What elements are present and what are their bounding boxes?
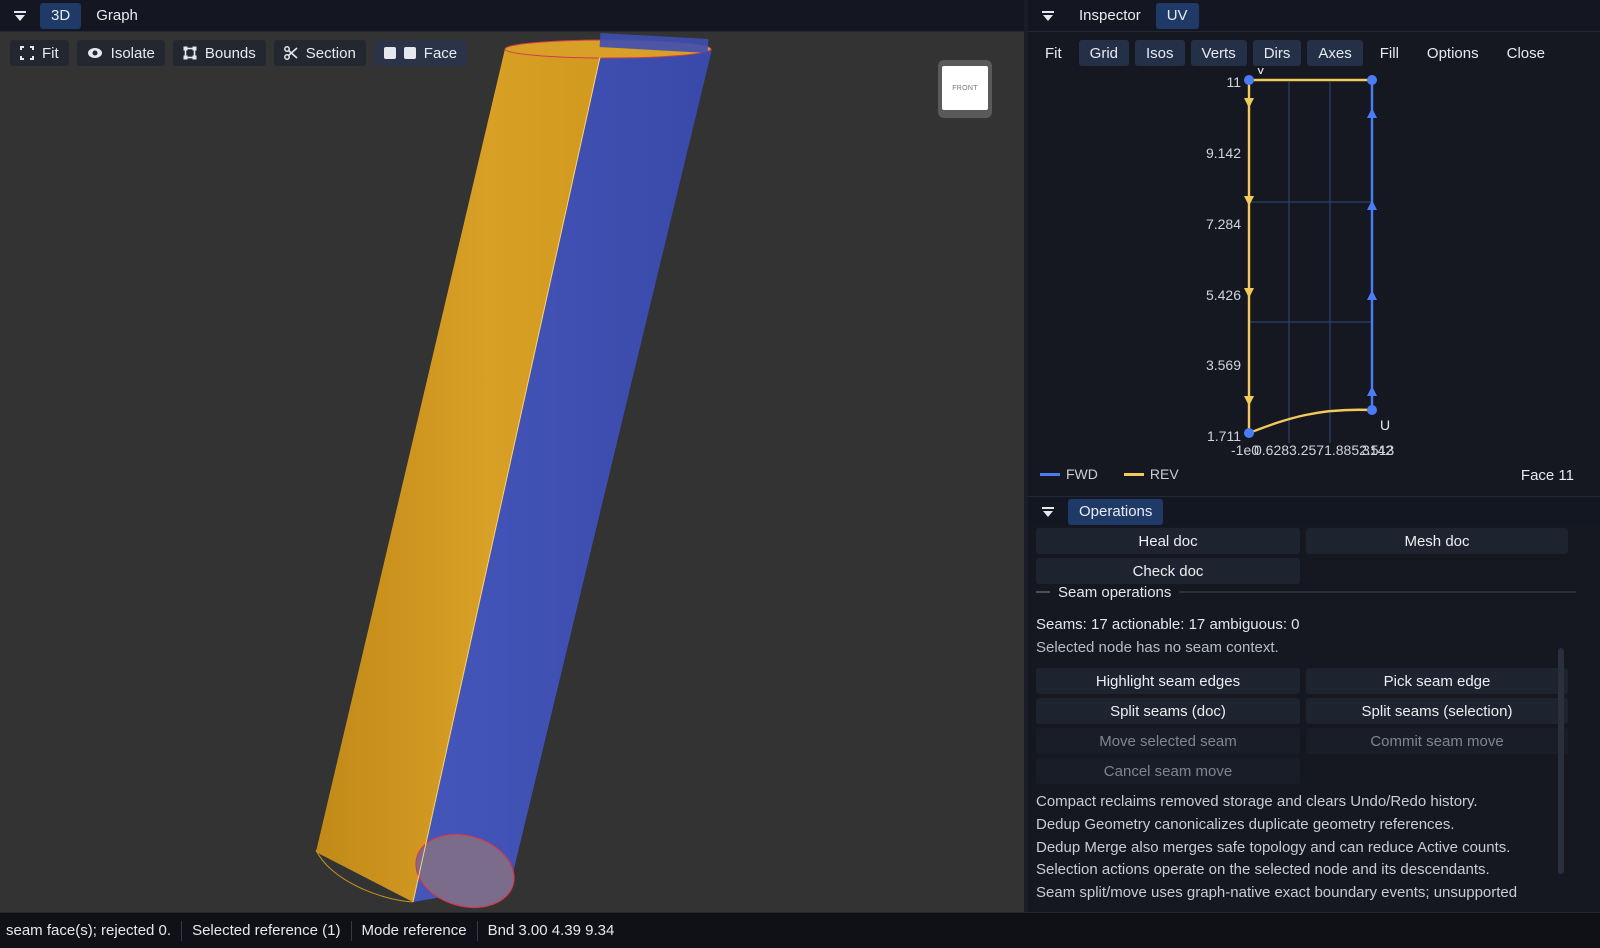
operations-note: Dedup Geometry canonicalizes duplicate g… (1036, 816, 1455, 833)
seam-operations-title: Seam operations (1058, 583, 1172, 601)
nav-cube-front-face[interactable]: FRONT (942, 66, 988, 110)
bounds-button[interactable]: Bounds (172, 40, 266, 66)
operations-note: Seam split/move uses graph-native exact … (1036, 884, 1518, 901)
eye-icon (87, 48, 102, 58)
commit-seam-move-button[interactable]: Commit seam move (1306, 728, 1568, 754)
status-selected: Selected reference (1) (182, 920, 352, 941)
fit-icon (20, 46, 34, 60)
fit-label: Fit (42, 44, 59, 62)
nav-cube[interactable]: FRONT (938, 60, 992, 118)
heal-doc-button[interactable]: Heal doc (1036, 528, 1300, 554)
status-bar: seam face(s); rejected 0. Selected refer… (0, 912, 1600, 948)
operations-note: Selection actions operate on the selecte… (1036, 861, 1490, 878)
operations-note: Compact reclaims removed storage and cle… (1036, 793, 1478, 810)
scissors-icon (283, 46, 298, 60)
viewport-toolbar: Fit Isolate Bounds Section Face (10, 40, 468, 66)
panel-menu-icon[interactable] (0, 0, 40, 32)
left-tab-bar: 3D Graph (0, 0, 1024, 32)
isolate-button[interactable]: Isolate (76, 40, 165, 66)
viewport-panel: 3D Graph Fit Isolate Bounds Section Face… (0, 0, 1024, 912)
app-window: 3D Graph Fit Isolate Bounds Section Face… (0, 0, 1600, 948)
seam-stats: Seams: 17 actionable: 17 ambiguous: 0 (1036, 616, 1300, 633)
seam-operations-header: Seam operations (1036, 582, 1576, 602)
status-bounds: Bnd 3.00 4.39 9.34 (487, 922, 615, 939)
tab-3d[interactable]: 3D (40, 2, 82, 29)
status-mode: Mode reference (352, 920, 478, 941)
pick-seam-edge-button[interactable]: Pick seam edge (1306, 668, 1568, 694)
face-button[interactable]: Face (373, 40, 468, 66)
viewport-canvas[interactable] (0, 32, 1024, 912)
operations-content: Heal doc Mesh doc Check doc Seam operati… (1036, 0, 1576, 912)
isolate-label: Isolate (110, 44, 155, 62)
check-doc-button[interactable]: Check doc (1036, 558, 1300, 584)
status-message: seam face(s); rejected 0. (0, 920, 183, 941)
section-label: Section (305, 44, 356, 62)
move-selected-seam-button[interactable]: Move selected seam (1036, 728, 1300, 754)
face-checkbox-icon[interactable] (383, 47, 396, 59)
section-button[interactable]: Section (273, 40, 366, 66)
mesh-doc-button[interactable]: Mesh doc (1306, 528, 1568, 554)
face-swatch-icon (403, 47, 416, 59)
operations-note: Dedup Merge also merges safe topology an… (1036, 839, 1511, 856)
tab-graph[interactable]: Graph (85, 3, 149, 29)
highlight-seam-edges-button[interactable]: Highlight seam edges (1036, 668, 1300, 694)
split-seams-doc-button[interactable]: Split seams (doc) (1036, 698, 1300, 724)
inspector-panel: Inspector UV Fit Grid Isos Verts Dirs Ax… (1028, 0, 1600, 912)
bounds-label: Bounds (204, 44, 256, 62)
operations-scrollbar[interactable] (1558, 648, 1564, 874)
bounds-icon (183, 46, 197, 60)
cancel-seam-move-button[interactable]: Cancel seam move (1036, 758, 1300, 784)
face-label: Face (423, 44, 458, 62)
seam-context-text: Selected node has no seam context. (1036, 639, 1279, 656)
split-seams-selection-button[interactable]: Split seams (selection) (1306, 698, 1568, 724)
fit-button[interactable]: Fit (10, 40, 69, 66)
